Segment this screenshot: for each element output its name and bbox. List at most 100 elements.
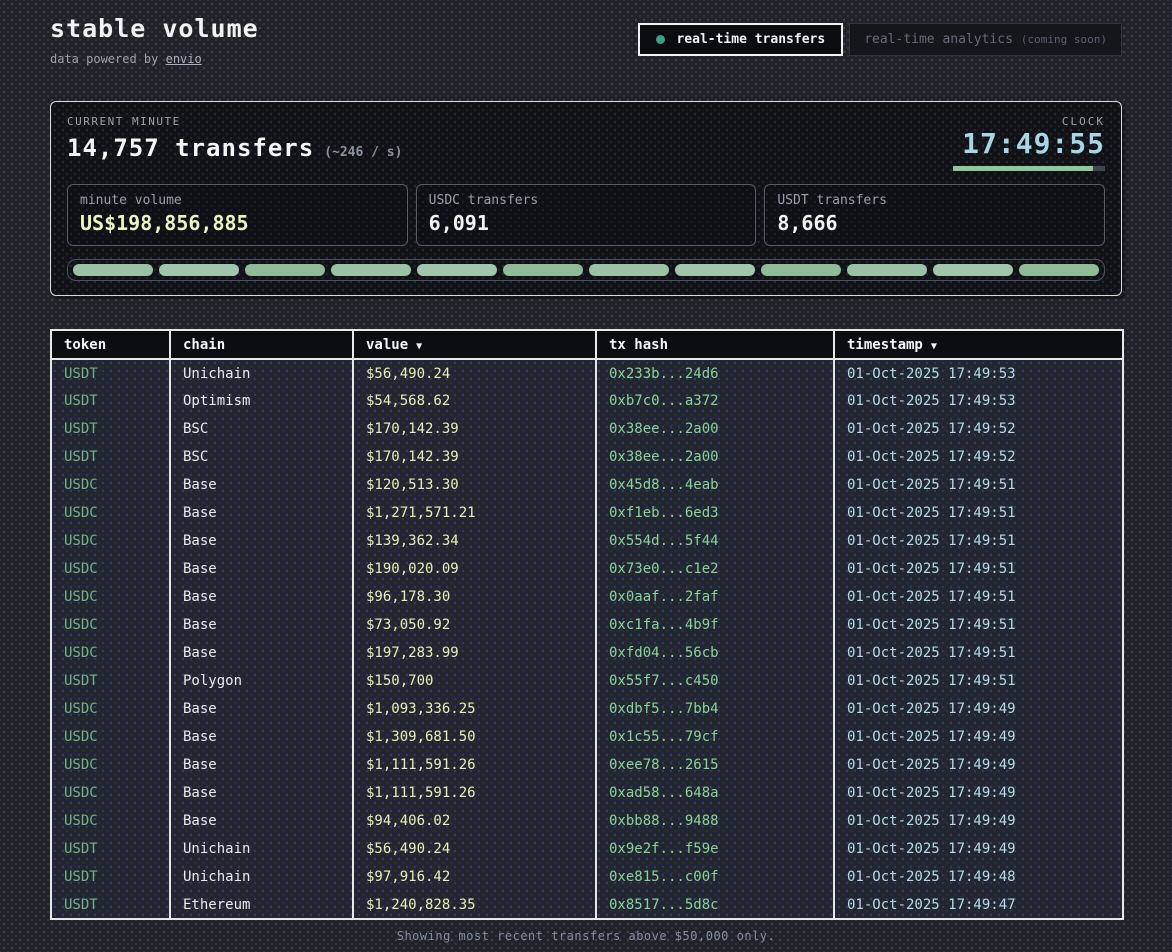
cell-chain: Base [170,471,353,499]
cell-chain: Base [170,779,353,807]
cell-value: $120,513.30 [353,471,596,499]
table-row: USDCBase$1,309,681.500x1c55...79cf01-Oct… [51,723,1123,751]
tab-real-time-analytics[interactable]: real-time analytics (coming soon) [849,23,1122,56]
cell-chain: Unichain [170,359,353,387]
table-row: USDTUnichain$56,490.240x233b...24d601-Oc… [51,359,1123,387]
cell-chain: Base [170,751,353,779]
cell-tx-hash[interactable]: 0xad58...648a [596,779,834,807]
cell-tx-hash[interactable]: 0xee78...2615 [596,751,834,779]
subtitle: data powered by envio [50,52,259,66]
column-label: token [64,337,106,353]
cell-timestamp: 01-Oct-2025 17:49:49 [834,835,1123,863]
stat-label: USDC transfers [429,193,744,208]
transfers-count: 14,757 transfers [67,134,314,162]
table-row: USDCBase$1,093,336.250xdbf5...7bb401-Oct… [51,695,1123,723]
cell-tx-hash[interactable]: 0x554d...5f44 [596,527,834,555]
transfers-summary: CURRENT MINUTE 14,757 transfers (~246 / … [67,115,402,162]
sort-desc-icon: ▼ [931,341,937,352]
cell-tx-hash[interactable]: 0x73e0...c1e2 [596,555,834,583]
cell-chain: Unichain [170,835,353,863]
cell-token: USDC [51,639,170,667]
cell-timestamp: 01-Oct-2025 17:49:49 [834,695,1123,723]
table-row: USDCBase$139,362.340x554d...5f4401-Oct-2… [51,527,1123,555]
cell-token: USDT [51,863,170,891]
tab-label: real-time analytics [864,32,1013,47]
cell-value: $1,111,591.26 [353,779,596,807]
minute-segment [159,264,239,276]
cell-tx-hash[interactable]: 0x38ee...2a00 [596,415,834,443]
minute-segment [73,264,153,276]
transfers-table-body: USDTUnichain$56,490.240x233b...24d601-Oc… [51,359,1123,919]
minute-segment [245,264,325,276]
table-row: USDTPolygon$150,7000x55f7...c45001-Oct-2… [51,667,1123,695]
cell-tx-hash[interactable]: 0x38ee...2a00 [596,443,834,471]
table-row: USDCBase$190,020.090x73e0...c1e201-Oct-2… [51,555,1123,583]
transfers-rate: (~246 / s) [324,145,402,160]
cell-token: USDC [51,723,170,751]
cell-timestamp: 01-Oct-2025 17:49:51 [834,555,1123,583]
cell-chain: Base [170,695,353,723]
minute-segment [761,264,841,276]
cell-chain: Base [170,807,353,835]
cell-value: $97,916.42 [353,863,596,891]
cell-value: $1,093,336.25 [353,695,596,723]
cell-value: $54,568.62 [353,387,596,415]
cell-token: USDC [51,555,170,583]
cell-tx-hash[interactable]: 0xfd04...56cb [596,639,834,667]
cell-tx-hash[interactable]: 0x0aaf...2faf [596,583,834,611]
cell-value: $139,362.34 [353,527,596,555]
envio-link[interactable]: envio [166,52,202,66]
coming-soon-note: (coming soon) [1021,33,1107,46]
cell-tx-hash[interactable]: 0xe815...c00f [596,863,834,891]
stat-label: minute volume [80,193,395,208]
column-label: chain [183,337,225,353]
cell-tx-hash[interactable]: 0x1c55...79cf [596,723,834,751]
cell-tx-hash[interactable]: 0xbb88...9488 [596,807,834,835]
stat-value: US$198,856,885 [80,211,395,235]
cell-chain: Base [170,723,353,751]
cell-tx-hash[interactable]: 0xf1eb...6ed3 [596,499,834,527]
page: stable volume data powered by envio real… [0,0,1172,952]
stat-label: USDT transfers [777,193,1092,208]
cell-token: USDC [51,695,170,723]
cell-timestamp: 01-Oct-2025 17:49:48 [834,863,1123,891]
cell-token: USDT [51,667,170,695]
cell-tx-hash[interactable]: 0x55f7...c450 [596,667,834,695]
cell-tx-hash[interactable]: 0xb7c0...a372 [596,387,834,415]
stat-value: 6,091 [429,211,744,235]
cell-value: $96,178.30 [353,583,596,611]
cell-timestamp: 01-Oct-2025 17:49:53 [834,359,1123,387]
cell-tx-hash[interactable]: 0x9e2f...f59e [596,835,834,863]
cell-token: USDT [51,359,170,387]
column-header-timestamp[interactable]: timestamp ▼ [834,330,1123,359]
cell-tx-hash[interactable]: 0x8517...5d8c [596,891,834,919]
column-header-token: token [51,330,170,359]
cell-tx-hash[interactable]: 0xc1fa...4b9f [596,611,834,639]
transfers-table: tokenchainvalue▼tx hashtimestamp▼ USDTUn… [50,329,1124,920]
minute-progress-track [953,166,1105,171]
column-header-value[interactable]: value▼ [353,330,596,359]
cell-token: USDC [51,471,170,499]
cell-timestamp: 01-Oct-2025 17:49:49 [834,723,1123,751]
cell-timestamp: 01-Oct-2025 17:49:49 [834,807,1123,835]
hero-top-row: CURRENT MINUTE 14,757 transfers (~246 / … [67,115,1105,171]
cell-timestamp: 01-Oct-2025 17:49:51 [834,527,1123,555]
cell-chain: Unichain [170,863,353,891]
cell-timestamp: 01-Oct-2025 17:49:49 [834,751,1123,779]
minute-progress-fill [953,166,1093,171]
cell-tx-hash[interactable]: 0xdbf5...7bb4 [596,695,834,723]
table-row: USDCBase$1,111,591.260xee78...261501-Oct… [51,751,1123,779]
cell-timestamp: 01-Oct-2025 17:49:49 [834,779,1123,807]
subtitle-text: data powered by [50,52,158,66]
cell-tx-hash[interactable]: 0x233b...24d6 [596,359,834,387]
cell-token: USDT [51,415,170,443]
cell-timestamp: 01-Oct-2025 17:49:52 [834,415,1123,443]
tab-real-time-transfers[interactable]: real-time transfers [638,23,843,56]
cell-value: $170,142.39 [353,443,596,471]
minute-segment [331,264,411,276]
cell-timestamp: 01-Oct-2025 17:49:51 [834,667,1123,695]
live-dot-icon [656,35,665,44]
tab-label: real-time transfers [676,32,825,47]
cell-tx-hash[interactable]: 0x45d8...4eab [596,471,834,499]
column-label: timestamp [847,337,923,353]
